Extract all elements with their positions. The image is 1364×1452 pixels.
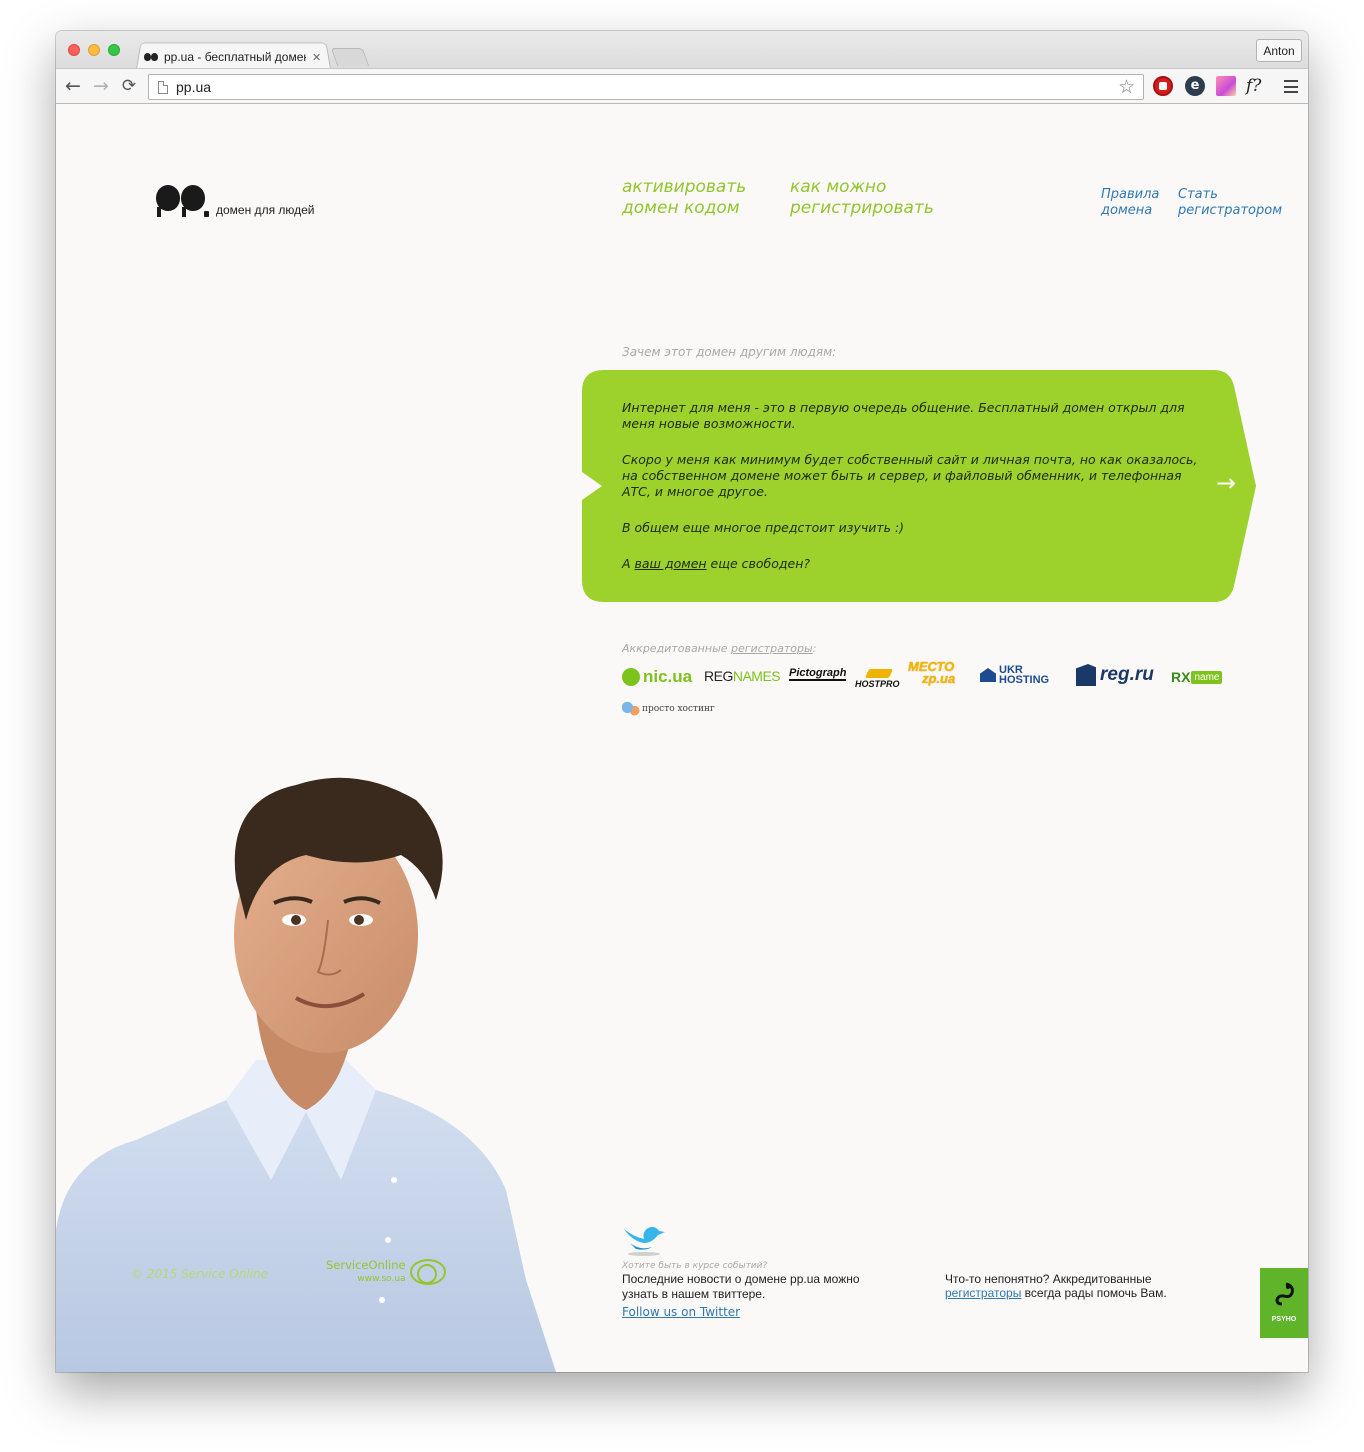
reg-ru-label: reg.ru xyxy=(1100,664,1154,685)
back-arrow-icon[interactable]: ← xyxy=(62,75,84,97)
browser-window: pp.ua - бесплатный домен ✕ Anton ← → ⟳ p… xyxy=(56,31,1308,1372)
close-window-button[interactable] xyxy=(68,44,80,56)
color-picker-icon[interactable] xyxy=(1216,76,1236,96)
follow-twitter-link[interactable]: Follow us on Twitter xyxy=(622,1305,740,1319)
nic-ua-icon xyxy=(622,668,640,686)
service-online-text: ServiceOnline www.so.ua xyxy=(326,1259,406,1285)
page-content: домен для людей активировать домен кодом… xyxy=(56,105,1308,1372)
help-text: Что-то непонятно? Аккредитованные регист… xyxy=(945,1272,1185,1300)
help-registrars-link[interactable]: регистраторы xyxy=(945,1286,1021,1300)
nav-rules-line1: Правила xyxy=(1101,187,1160,202)
registrar-ukrhosting[interactable]: UKR HOSTING xyxy=(980,665,1050,686)
nav-rules-line2: домена xyxy=(1101,203,1153,218)
service-online-icon xyxy=(409,1259,446,1285)
registrar-pictograph[interactable]: Pictograph xyxy=(789,667,847,681)
testimonial-bubble: Интернет для меня - это в первую очередь… xyxy=(582,370,1256,602)
registrars-label-prefix: Аккредитованные xyxy=(622,642,732,655)
new-tab-button[interactable] xyxy=(330,48,370,66)
hostpro-icon xyxy=(864,669,894,678)
hostpro-label: HOSTPRO xyxy=(855,679,900,689)
registrars-label-suffix: : xyxy=(812,642,817,655)
registrar-reg-ru[interactable]: reg.ru xyxy=(1076,664,1154,686)
twitter-question: Хотите быть в курсе событий? xyxy=(622,1261,768,1271)
nav-activate-line1: активировать xyxy=(622,177,747,197)
reload-icon[interactable]: ⟳ xyxy=(118,75,140,97)
reg-ru-icon xyxy=(1076,664,1096,686)
browser-toolbar: ← → ⟳ pp.ua ☆ e f? xyxy=(56,68,1308,104)
rx-label: RX xyxy=(1171,669,1191,685)
next-arrow-icon[interactable]: → xyxy=(1216,469,1236,497)
title-bar: pp.ua - бесплатный домен ✕ Anton xyxy=(56,31,1308,69)
testimonial-paragraph: В общем еще многое предстоит изучить :) xyxy=(622,520,905,535)
logo-tagline: домен для людей xyxy=(216,203,315,217)
registrar-nic-ua[interactable]: nic.ua xyxy=(622,667,692,687)
regnames-label-b: NAMES xyxy=(732,668,781,684)
psyho-badge[interactable]: PSYHO xyxy=(1260,1268,1308,1338)
so-name: ServiceOnline xyxy=(326,1258,406,1272)
nav-register-line1: как можно xyxy=(790,177,887,197)
nav-activate-line2: домен кодом xyxy=(622,198,740,218)
testimonial-paragraph: Скоро у меня как минимум будет собственн… xyxy=(622,452,1198,499)
so-url: www.so.ua xyxy=(357,1274,406,1284)
testimonial-question: Зачем этот домен другим людям: xyxy=(622,345,837,359)
ghostery-icon[interactable]: e xyxy=(1185,76,1205,96)
nic-ua-label: nic.ua xyxy=(643,667,693,686)
twitter-bird-icon[interactable] xyxy=(622,1223,666,1257)
nav-registrar-line1: Стать xyxy=(1178,187,1218,202)
registrar-hostpro[interactable]: HOSTPRO xyxy=(855,669,900,689)
site-logo[interactable]: домен для людей xyxy=(156,183,315,217)
testimonial-cta: А ваш домен еще свободен? xyxy=(622,556,1202,572)
psyho-logo-icon xyxy=(1275,1282,1294,1306)
favicon-icon xyxy=(144,51,160,63)
nav-become-registrar[interactable]: Стать регистратором xyxy=(1178,187,1298,219)
mesto-label-2: zp.ua xyxy=(922,671,956,686)
bookmark-star-icon[interactable]: ☆ xyxy=(1118,76,1135,98)
nav-register-line2: регистрировать xyxy=(790,198,934,218)
tab-title: pp.ua - бесплатный домен xyxy=(164,50,306,64)
ukrhosting-icon xyxy=(980,668,996,682)
url-text[interactable]: pp.ua xyxy=(176,79,211,95)
minimize-window-button[interactable] xyxy=(88,44,100,56)
nav-domain-rules[interactable]: Правила домена xyxy=(1101,187,1171,219)
copyright-text: © 2015 Service Online xyxy=(131,1267,269,1281)
browser-menu-icon[interactable] xyxy=(1284,80,1298,93)
rx-name-label: name xyxy=(1191,670,1223,684)
pp-logo-icon xyxy=(156,183,210,217)
ukr-label-2: HOSTING xyxy=(999,674,1050,686)
testimonial-text: Интернет для меня - это в первую очередь… xyxy=(622,400,1202,592)
whatfont-icon[interactable]: f? xyxy=(1246,76,1274,96)
address-bar[interactable]: pp.ua ☆ xyxy=(148,74,1144,100)
nav-registrar-line2: регистратором xyxy=(1178,203,1283,218)
prosto-label: просто хостинг xyxy=(642,704,715,714)
registrar-rxname[interactable]: RX name xyxy=(1171,669,1223,685)
regnames-label-a: REG xyxy=(704,668,733,684)
twitter-description: Последние новости о домене pp.ua можно у… xyxy=(622,1272,860,1301)
nav-activate-domain[interactable]: активировать домен кодом xyxy=(622,177,772,219)
nav-how-to-register[interactable]: как можно регистрировать xyxy=(790,177,960,219)
help-suffix: всегда рады помочь Вам. xyxy=(1021,1286,1167,1300)
help-prefix: Что-то непонятно? Аккредитованные xyxy=(945,1272,1152,1286)
prosto-hosting-icon xyxy=(622,701,640,717)
adblock-icon[interactable] xyxy=(1153,76,1173,96)
cta-suffix: еще свободен? xyxy=(706,556,811,571)
registrars-link[interactable]: регистраторы xyxy=(731,642,813,655)
cta-prefix: А xyxy=(622,556,635,571)
registrar-prosto-hosting[interactable]: просто хостинг xyxy=(622,701,715,717)
tab-close-icon[interactable]: ✕ xyxy=(312,51,321,64)
service-online-logo[interactable]: ServiceOnline www.so.ua xyxy=(326,1259,446,1285)
profile-button[interactable]: Anton xyxy=(1256,39,1302,62)
tab-content[interactable]: pp.ua - бесплатный домен ✕ xyxy=(144,48,329,66)
your-domain-link[interactable]: ваш домен xyxy=(635,556,707,571)
registrar-regnames[interactable]: REGNAMES xyxy=(704,668,781,684)
registrar-mesto[interactable]: МЕСТО zp.ua xyxy=(908,660,956,686)
page-icon xyxy=(158,80,168,94)
forward-arrow-icon[interactable]: → xyxy=(90,75,112,97)
registrars-label: Аккредитованные регистраторы: xyxy=(622,642,816,655)
zoom-window-button[interactable] xyxy=(108,44,120,56)
psyho-label: PSYHO xyxy=(1271,1316,1297,1323)
testimonial-paragraph: Интернет для меня - это в первую очередь… xyxy=(622,400,1185,431)
